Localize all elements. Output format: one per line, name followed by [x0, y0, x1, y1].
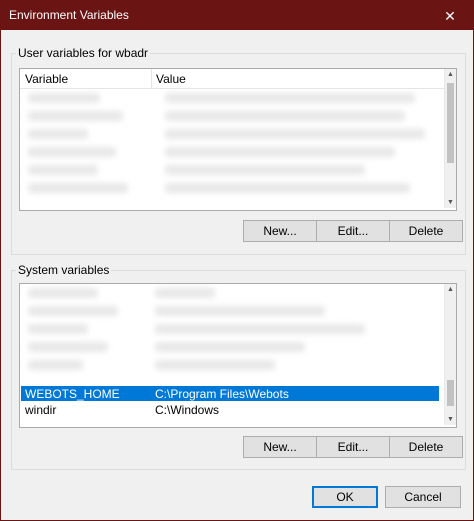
window-title: Environment Variables [9, 8, 129, 22]
blurred-row [155, 324, 365, 334]
scroll-thumb[interactable] [447, 380, 454, 406]
scroll-thumb[interactable] [447, 83, 454, 163]
column-separator[interactable] [151, 69, 152, 88]
scroll-down-icon[interactable]: ▼ [445, 414, 456, 425]
blurred-row [155, 288, 215, 298]
user-new-button[interactable]: New... [243, 220, 317, 242]
blurred-row [28, 111, 123, 121]
table-row-webots-home[interactable]: WEBOTS_HOME C:\Program Files\Webots [21, 386, 439, 401]
cell-variable: WEBOTS_HOME [25, 387, 120, 401]
table-row-windir[interactable]: windir C:\Windows [21, 402, 439, 417]
blurred-row [165, 111, 405, 121]
blurred-row [165, 93, 415, 103]
title-bar: Environment Variables ✕ [1, 1, 473, 30]
blurred-row [28, 306, 118, 316]
blurred-row [28, 342, 108, 352]
vertical-scrollbar[interactable]: ▲ ▼ [444, 69, 456, 208]
blurred-row [165, 129, 425, 139]
blurred-row [165, 183, 410, 193]
list-header: Variable Value [20, 69, 445, 89]
system-edit-button[interactable]: Edit... [316, 436, 390, 458]
close-button[interactable]: ✕ [427, 1, 473, 30]
user-variables-list[interactable]: Variable Value ▲ ▼ [19, 68, 457, 211]
vertical-scrollbar[interactable]: ▲ ▼ [444, 284, 456, 425]
blurred-row [155, 306, 325, 316]
blurred-row [28, 288, 98, 298]
user-variables-label: User variables for wbadr [16, 46, 151, 60]
blurred-row [155, 360, 275, 370]
system-variables-label: System variables [16, 263, 112, 277]
blurred-row [28, 183, 128, 193]
scroll-up-icon[interactable]: ▲ [445, 284, 456, 295]
environment-variables-dialog: Environment Variables ✕ User variables f… [0, 0, 474, 521]
blurred-row [28, 147, 116, 157]
system-new-button[interactable]: New... [243, 436, 317, 458]
system-variables-list[interactable]: WEBOTS_HOME C:\Program Files\Webots wind… [19, 283, 457, 428]
cell-value: C:\Windows [155, 403, 220, 417]
blurred-row [165, 147, 395, 157]
blurred-row [28, 93, 100, 103]
cancel-button[interactable]: Cancel [385, 486, 461, 508]
column-header-value[interactable]: Value [156, 72, 186, 86]
cell-value: C:\Program Files\Webots [155, 387, 289, 401]
ok-button[interactable]: OK [312, 486, 378, 508]
system-delete-button[interactable]: Delete [389, 436, 463, 458]
scroll-up-icon[interactable]: ▲ [445, 69, 456, 80]
column-header-variable[interactable]: Variable [25, 72, 68, 86]
blurred-row [155, 342, 305, 352]
cell-variable: windir [25, 403, 57, 417]
scroll-down-icon[interactable]: ▼ [445, 197, 456, 208]
blurred-row [28, 324, 88, 334]
blurred-row [165, 165, 365, 175]
close-icon: ✕ [444, 7, 456, 24]
blurred-row [28, 360, 83, 370]
user-edit-button[interactable]: Edit... [316, 220, 390, 242]
user-delete-button[interactable]: Delete [389, 220, 463, 242]
blurred-row [28, 129, 88, 139]
blurred-row [28, 165, 98, 175]
